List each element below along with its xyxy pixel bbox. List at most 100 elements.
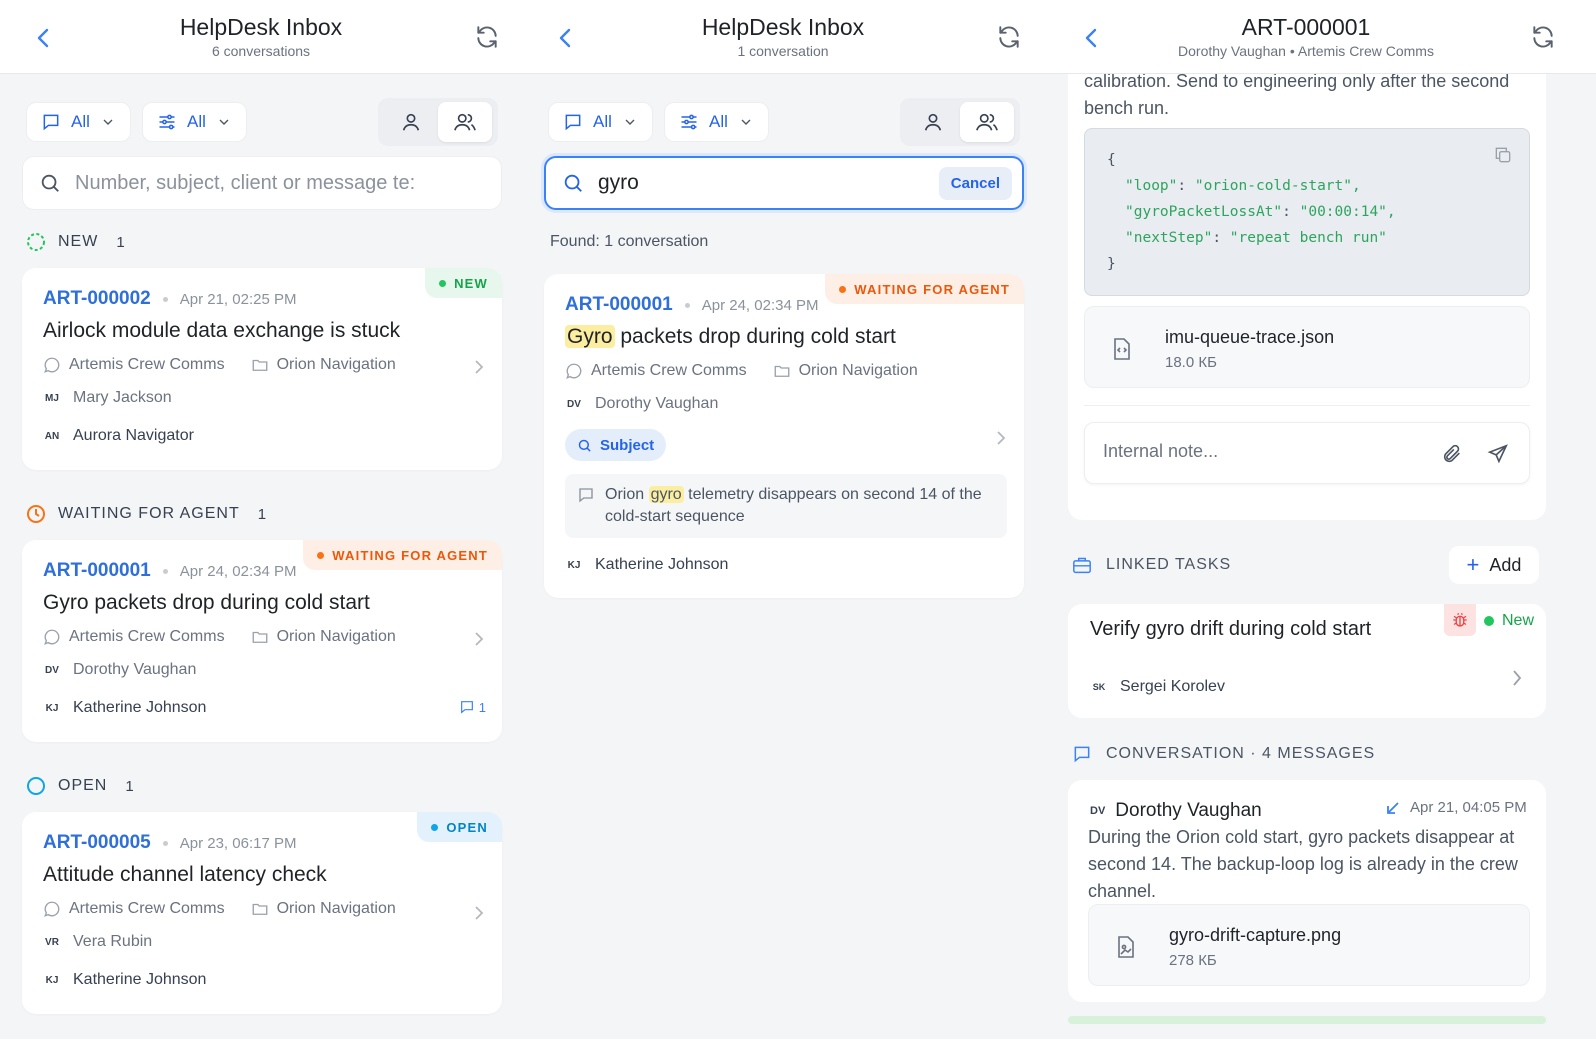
chat-bubble-icon <box>44 629 60 645</box>
ticket-subject: Gyro packets drop during cold start <box>43 591 370 614</box>
scope-toggle <box>900 98 1020 146</box>
my-tickets-toggle[interactable] <box>906 102 960 142</box>
send-icon[interactable] <box>1487 443 1509 465</box>
chevron-down-icon <box>219 119 229 125</box>
properties-filter[interactable]: All <box>664 102 769 142</box>
refresh-icon[interactable] <box>1530 24 1556 50</box>
linked-tasks-header: LINKED TASKS <box>1072 556 1231 574</box>
paperclip-icon[interactable] <box>1441 443 1463 465</box>
channel-filter[interactable]: All <box>26 102 131 142</box>
filter-bar: All All <box>544 98 1024 146</box>
search-input[interactable]: gyro Cancel <box>544 156 1024 210</box>
code-line: "loop": "orion-cold-start", <box>1125 178 1361 194</box>
search-input[interactable]: Number, subject, client or message te: <box>22 156 502 210</box>
attachment[interactable]: imu-queue-trace.json 18.0 КБ <box>1084 306 1530 388</box>
section-new: NEW 1 <box>26 230 125 254</box>
refresh-icon[interactable] <box>996 24 1022 50</box>
requester: DV Dorothy Vaughan <box>45 661 197 678</box>
properties-filter-label: All <box>709 112 728 131</box>
assignee: KJ Katherine Johnson <box>45 971 207 988</box>
next-message-edge <box>1068 1016 1546 1024</box>
properties-filter[interactable]: All <box>142 102 247 142</box>
copy-icon[interactable] <box>1493 145 1513 165</box>
client-name: Artemis Crew Comms <box>69 900 225 917</box>
incoming-arrow-icon <box>1387 801 1399 814</box>
project-name: Orion Navigation <box>798 362 918 379</box>
note-placeholder: Internal note... <box>1103 441 1219 461</box>
section-count: 1 <box>116 233 125 251</box>
ticket-id: ART-000005 <box>43 832 151 853</box>
sliders-icon <box>681 114 697 130</box>
inbox-panel: HelpDesk Inbox 6 conversations All All N <box>0 0 522 1039</box>
ticket-id: ART-000002 <box>43 288 151 309</box>
ticket-meta: Artemis Crew Comms Orion Navigation <box>565 362 918 380</box>
chevron-down-icon <box>103 119 113 125</box>
my-tickets-toggle[interactable] <box>384 102 438 142</box>
status-badge: WAITING FOR AGENT <box>825 274 1024 304</box>
page-title: HelpDesk Inbox <box>701 14 865 40</box>
filter-bar: All All <box>22 98 502 146</box>
add-label: Add <box>1489 554 1522 575</box>
folder-icon <box>252 631 267 643</box>
assignee: AN Aurora Navigator <box>44 427 194 444</box>
sliders-icon <box>159 114 175 130</box>
results-found: Found: 1 conversation <box>550 233 709 250</box>
search-value: gyro <box>598 171 639 194</box>
chat-bubble-icon <box>44 901 60 917</box>
bug-icon <box>1444 604 1476 636</box>
chevron-down-icon <box>625 119 635 125</box>
requester: DV Dorothy Vaughan <box>567 395 719 412</box>
message-date: Apr 21, 04:05 PM <box>1386 799 1527 816</box>
attachment-size: 278 КБ <box>1169 952 1217 969</box>
chat-icon <box>565 114 581 131</box>
section-label: WAITING FOR AGENT <box>58 505 240 522</box>
chat-bubble-icon <box>566 363 582 379</box>
attachment-name: gyro-drift-capture.png <box>1169 925 1342 945</box>
task-status: New <box>1484 612 1534 630</box>
status-badge: WAITING FOR AGENT <box>303 540 502 570</box>
scope-toggle <box>378 98 498 146</box>
chevron-right-icon <box>994 429 1008 447</box>
ticket-id: ART-000001 <box>565 294 673 315</box>
channel-filter[interactable]: All <box>548 102 653 142</box>
ticket-meta: Artemis Crew Comms Orion Navigation <box>43 628 396 646</box>
refresh-icon[interactable] <box>474 24 500 50</box>
dashed-circle-icon <box>27 233 45 251</box>
section-label: OPEN <box>58 777 108 794</box>
chevron-right-icon <box>472 904 486 922</box>
status-badge: NEW <box>425 268 502 298</box>
linked-task-card[interactable]: Verify gyro drift during cold start New … <box>1068 604 1546 718</box>
internal-note-input[interactable]: Internal note... <box>1084 422 1530 484</box>
chevron-down-icon <box>741 119 751 125</box>
ticket-card[interactable]: WAITING FOR AGENT ART-000001 Apr 24, 02:3… <box>22 540 502 742</box>
status-badge: OPEN <box>417 812 502 842</box>
circle-icon <box>27 777 45 795</box>
match-field-chip: Subject <box>565 429 667 461</box>
add-task-button[interactable]: + Add <box>1449 546 1539 584</box>
ticket-subtitle: Dorothy Vaughan • Artemis Crew Comms <box>1178 43 1434 59</box>
ticket-id: ART-000001 <box>43 560 151 581</box>
file-image-icon <box>1115 935 1137 959</box>
chat-icon <box>43 114 59 131</box>
ticket-card[interactable]: NEW ART-000002 Apr 21, 02:25 PM Airlock m… <box>22 268 502 470</box>
section-count: 1 <box>257 505 267 523</box>
task-title: Verify gyro drift during cold start <box>1090 618 1372 640</box>
task-assignee: SK Sergei Korolev <box>1092 678 1225 695</box>
client-name: Artemis Crew Comms <box>591 362 747 379</box>
channel-filter-label: All <box>593 112 612 131</box>
all-tickets-toggle[interactable] <box>438 102 492 142</box>
page-title: ART-000001 <box>1241 14 1371 40</box>
attachment[interactable]: gyro-drift-capture.png 278 КБ <box>1088 904 1530 986</box>
all-tickets-toggle[interactable] <box>960 102 1014 142</box>
attachment-name: imu-queue-trace.json <box>1165 327 1335 347</box>
ticket-card[interactable]: WAITING FOR AGENT ART-000001 Apr 24, 02:3… <box>544 274 1024 598</box>
ticket-card[interactable]: OPEN ART-000005 Apr 23, 06:17 PM Attitude… <box>22 812 502 1014</box>
project-name: Orion Navigation <box>276 900 396 917</box>
chevron-right-icon <box>1510 668 1524 688</box>
cancel-search-button[interactable]: Cancel <box>938 166 1012 200</box>
code-line: { <box>1107 152 1116 168</box>
chevron-right-icon <box>472 358 486 376</box>
assignee: KJ Katherine Johnson <box>567 556 729 573</box>
briefcase-icon <box>1073 557 1091 574</box>
folder-icon <box>252 359 267 371</box>
